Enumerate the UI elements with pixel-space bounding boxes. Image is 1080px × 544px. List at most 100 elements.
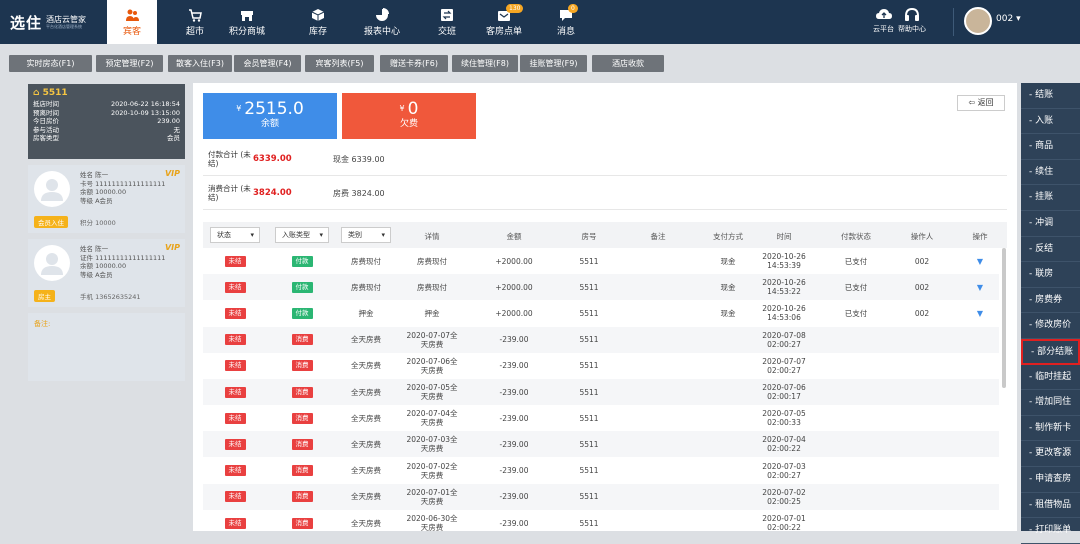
tab-3[interactable]: 散客入住(F3) xyxy=(168,55,232,72)
status-tag: 未结 xyxy=(224,517,246,529)
cloud-upload-icon xyxy=(875,9,892,19)
row-action-dropdown-icon[interactable]: ▼ xyxy=(977,309,983,318)
room-cell: 5511 xyxy=(579,361,599,371)
table-row[interactable]: 未结 消费 全天房费 2020-07-06全天房费 -239.00 5511 2020-07… xyxy=(203,353,999,379)
sidebar-action-1[interactable]: - 结账 xyxy=(1021,83,1080,109)
detail-cell: 2020-07-07全天房费 xyxy=(406,330,458,349)
table-row[interactable]: 未结 付款 房费现付 房费现付 +2000.00 5511 现金 2020-10-26 14:5… xyxy=(203,248,999,274)
sidebar-action-10[interactable]: - 修改房价 xyxy=(1021,313,1080,339)
category-cell: 全天房费 xyxy=(351,361,381,371)
sidebar-action-11[interactable]: - 部分结账 xyxy=(1021,339,1080,365)
logo-main-text: 选住 xyxy=(10,13,43,32)
vip-badge: VIP xyxy=(164,243,180,252)
sidebar-action-5[interactable]: - 挂账 xyxy=(1021,185,1080,211)
amount-cell: -239.00 xyxy=(499,335,529,345)
sidebar-action-12[interactable]: - 临时挂起 xyxy=(1021,365,1080,391)
table-row[interactable]: 未结 消费 全天房费 2020-07-03全天房费 -239.00 5511 2020-07… xyxy=(203,431,999,458)
nav-guests[interactable]: 宾客 xyxy=(107,0,157,44)
sidebar-action-4[interactable]: - 续住 xyxy=(1021,160,1080,186)
detail-cell: 押金 xyxy=(424,308,440,318)
nav-label: 交班 xyxy=(437,26,456,37)
paid-summary-amount: 6339.00 xyxy=(253,154,292,164)
table-scrollbar[interactable] xyxy=(1002,248,1006,388)
category-cell: 全天房费 xyxy=(351,439,381,449)
table-row[interactable]: 未结 消费 全天房费 2020-07-02全天房费 -239.00 5511 2020-07… xyxy=(203,458,999,484)
tab-6[interactable]: 赠送卡券(F6) xyxy=(380,55,448,72)
sidebar-action-13[interactable]: - 增加同住 xyxy=(1021,390,1080,416)
category-cell: 全天房费 xyxy=(351,466,381,476)
cloud-platform-button[interactable]: 云平台 xyxy=(873,6,894,34)
table-row[interactable]: 未结 消费 全天房费 2020-07-05全天房费 -239.00 5511 2020-07… xyxy=(203,379,999,405)
tab-5[interactable]: 宾客列表(F5) xyxy=(305,55,374,72)
guest-card[interactable]: VIP 姓名 陈一 卡号 11111111111111111 余额 10000.00… xyxy=(28,165,185,233)
room-cell: 5511 xyxy=(579,518,599,528)
room-cell: 5511 xyxy=(579,282,599,292)
row-action-dropdown-icon[interactable]: ▼ xyxy=(977,257,983,266)
nav-room-order[interactable]: 130 客房点单 xyxy=(477,0,531,44)
pay-status-cell: 已支付 xyxy=(844,308,868,318)
entry-type-filter-select[interactable]: 入账类型 ▾ xyxy=(275,227,329,243)
row-action-dropdown-icon[interactable]: ▼ xyxy=(977,283,983,292)
balance-label: 余额 xyxy=(260,119,279,129)
status-filter-select[interactable]: 状态 ▾ xyxy=(210,227,260,243)
headset-icon xyxy=(905,7,919,21)
category-cell: 全天房费 xyxy=(351,335,381,345)
detail-cell: 2020-07-01全天房费 xyxy=(406,487,458,506)
debt-label: 欠费 xyxy=(399,119,418,129)
category-cell: 全天房费 xyxy=(351,387,381,397)
detail-cell: 房费现付 xyxy=(417,256,447,266)
user-menu[interactable]: 002 ▾ xyxy=(996,14,1021,24)
tab-1[interactable]: 实时房态(F1) xyxy=(9,55,92,72)
category-cell: 房费现付 xyxy=(351,282,381,292)
time-cell: 2020-07-02 02:00:25 xyxy=(762,487,806,506)
table-row[interactable]: 未结 消费 全天房费 2020-07-04全天房费 -239.00 5511 2020-07… xyxy=(203,405,999,431)
sidebar-action-15[interactable]: - 更改客源 xyxy=(1021,441,1080,467)
help-center-button[interactable]: 帮助中心 xyxy=(898,6,926,34)
app-logo[interactable]: 选住 酒店云管家 平台化酒店管理系统 xyxy=(10,11,86,33)
cart-icon xyxy=(188,8,202,22)
nav-handover[interactable]: 交班 xyxy=(425,0,469,44)
home-icon: ⌂ xyxy=(33,88,40,98)
cost-summary-label: 消费合计 (未结) xyxy=(208,184,251,202)
guest-card[interactable]: VIP 姓名 陈一 证件 11111111111111111 余额 10000.00… xyxy=(28,239,185,307)
sidebar-action-2[interactable]: - 入账 xyxy=(1021,109,1080,135)
detail-cell: 2020-07-04全天房费 xyxy=(406,409,458,428)
nav-box[interactable]: 库存 xyxy=(295,0,341,44)
sidebar-action-9[interactable]: - 房费券 xyxy=(1021,288,1080,314)
sidebar-action-7[interactable]: - 反结 xyxy=(1021,237,1080,263)
sidebar-action-8[interactable]: - 联房 xyxy=(1021,262,1080,288)
sidebar-action-17[interactable]: - 租借物品 xyxy=(1021,493,1080,519)
table-header: 状态 ▾ 入账类型 ▾ 类别 ▾ 详情 金额 房号 备注 支付方式 时间 付款状态 操作人 操作 xyxy=(203,222,1007,248)
tab-8[interactable]: 挂账管理(F9) xyxy=(520,55,587,72)
nav-pie-chart[interactable]: 报表中心 xyxy=(352,0,412,44)
category-filter-select[interactable]: 类别 ▾ xyxy=(341,227,391,243)
tab-2[interactable]: 预定管理(F2) xyxy=(96,55,163,72)
table-row[interactable]: 未结 消费 全天房费 2020-07-07全天房费 -239.00 5511 2020-07… xyxy=(203,326,999,353)
table-row[interactable]: 未结 付款 房费现付 房费现付 +2000.00 5511 现金 2020-10-26 14:5… xyxy=(203,274,999,301)
entry-type-tag: 付款 xyxy=(291,281,313,293)
chevron-down-icon: ▾ xyxy=(250,231,254,239)
table-row[interactable]: 未结 付款 押金 押金 +2000.00 5511 现金 2020-10-26 14:53:06… xyxy=(203,300,999,326)
sidebar-action-3[interactable]: - 商品 xyxy=(1021,134,1080,160)
table-row[interactable]: 未结 消费 全天房费 2020-07-01全天房费 -239.00 5511 2020-07… xyxy=(203,483,999,510)
sidebar-action-14[interactable]: - 制作新卡 xyxy=(1021,416,1080,442)
tab-4[interactable]: 会员管理(F4) xyxy=(234,55,301,72)
nav-store[interactable]: 积分商城 xyxy=(216,0,278,44)
sidebar-action-6[interactable]: - 冲调 xyxy=(1021,211,1080,237)
remark-box[interactable]: 备注: xyxy=(28,313,185,381)
payment-method-cell: 现金 xyxy=(720,256,736,266)
amount-cell: -239.00 xyxy=(499,439,529,449)
divider xyxy=(203,209,1007,210)
tab-9[interactable]: 酒店收款 xyxy=(592,55,664,72)
detail-cell: 2020-07-05全天房费 xyxy=(406,383,458,401)
nav-cart[interactable]: 超市 xyxy=(173,0,217,44)
nav-message[interactable]: 0 消息 xyxy=(544,0,588,44)
paid-summary-label: 付款合计 (未结) xyxy=(208,150,251,168)
room-cell: 5511 xyxy=(579,466,599,476)
sidebar-action-16[interactable]: - 申请查房 xyxy=(1021,467,1080,493)
entry-type-tag: 消费 xyxy=(291,360,313,372)
user-avatar[interactable] xyxy=(964,7,992,35)
table-row[interactable]: 未结 消费 全天房费 2020-06-30全天房费 -239.00 5511 2020-07… xyxy=(203,510,999,536)
back-button[interactable]: ⇦ 返回 xyxy=(957,95,1005,111)
tab-7[interactable]: 续住管理(F8) xyxy=(452,55,518,72)
